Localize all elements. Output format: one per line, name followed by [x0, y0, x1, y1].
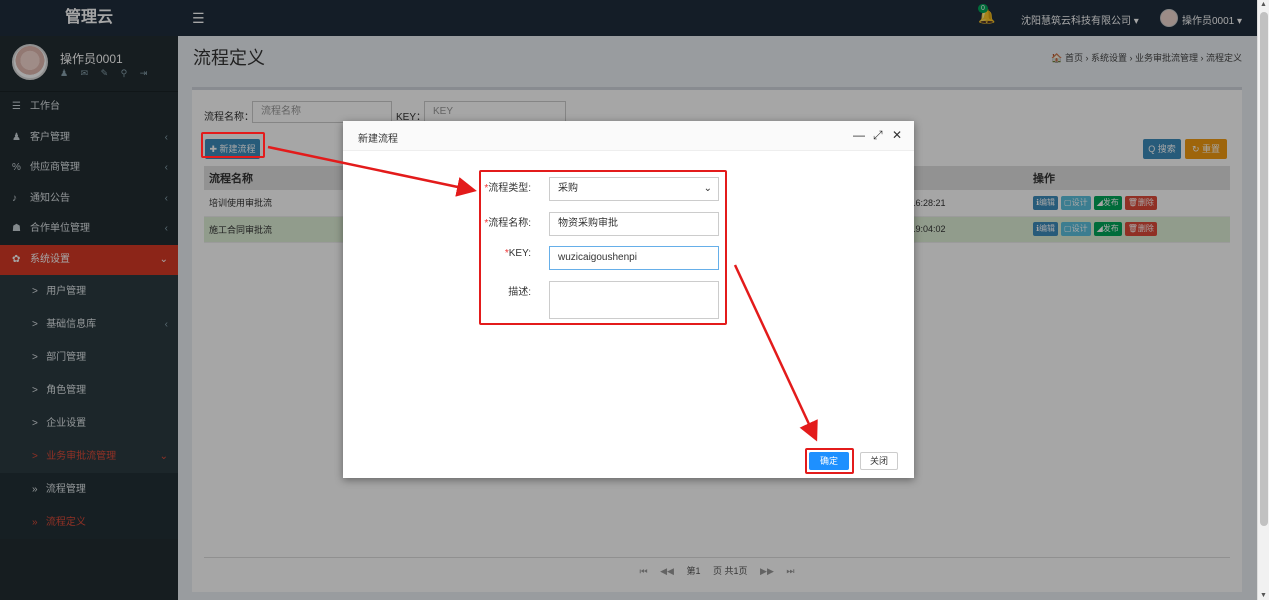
scroll-up-icon[interactable]: ▲	[1260, 1, 1267, 8]
annotation-box-new-button	[201, 132, 265, 158]
dialog-titlebar: 新建流程 — ⤢ ✕	[343, 121, 914, 151]
scroll-down-icon[interactable]: ▼	[1260, 592, 1267, 599]
annotation-box-confirm	[805, 448, 854, 474]
close-icon[interactable]: ✕	[892, 128, 902, 142]
minimize-icon[interactable]: —	[853, 128, 865, 142]
maximize-icon[interactable]: ⤢	[873, 128, 883, 143]
annotation-box-form	[479, 170, 727, 325]
close-button[interactable]: 关闭	[860, 452, 898, 470]
dialog-title: 新建流程	[358, 134, 398, 145]
page-scrollbar[interactable]: ▲ ▼	[1257, 0, 1269, 600]
scrollbar-thumb[interactable]	[1260, 12, 1268, 526]
new-flow-dialog: 新建流程 — ⤢ ✕ *流程类型: 采购 ⌄ *流程名称: 物资采购审批 *KEY…	[343, 121, 914, 478]
